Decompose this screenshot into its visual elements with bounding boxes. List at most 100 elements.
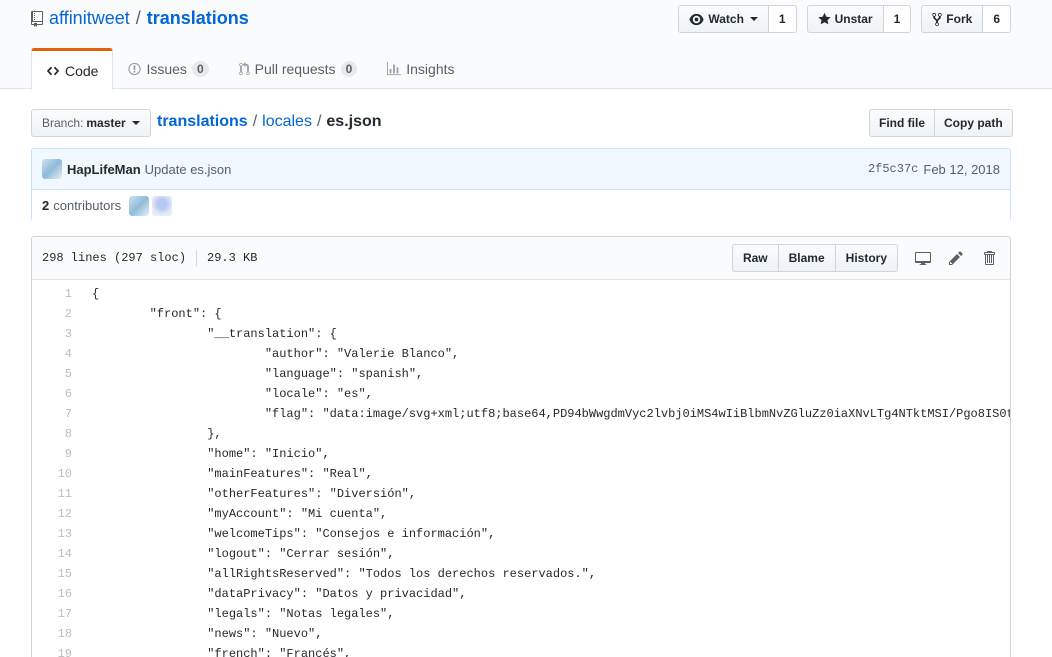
line-number[interactable]: 10 — [32, 464, 82, 484]
unstar-label: Unstar — [834, 12, 873, 26]
contributors-summary: 2 contributors — [32, 190, 1010, 221]
line-number[interactable]: 7 — [32, 404, 82, 424]
file-info-divider — [196, 250, 198, 266]
line-content: "front": { — [92, 307, 222, 321]
tab-pull-requests[interactable]: Pull requests 0 — [224, 48, 373, 89]
file-header: 298 lines (297 sloc) 29.3 KB Raw Blame H… — [32, 237, 1010, 280]
find-file-button[interactable]: Find file — [869, 109, 935, 137]
avatar[interactable] — [42, 159, 62, 179]
git-pull-request-icon — [238, 62, 250, 76]
line-content: "legals": "Notas legales", — [92, 607, 395, 621]
commit-meta: 2f5c37c Feb 12, 2018 — [868, 162, 1000, 177]
breadcrumb-current-file: es.json — [326, 113, 382, 130]
repo-owner-link[interactable]: affinitweet — [49, 8, 130, 29]
delete-file-button[interactable] — [978, 247, 1000, 269]
code-line: 8 }, — [32, 424, 1010, 444]
line-content: }, — [92, 427, 222, 441]
line-number[interactable]: 15 — [32, 564, 82, 584]
line-number[interactable]: 18 — [32, 624, 82, 644]
avatar[interactable] — [152, 195, 173, 216]
commit-message-link[interactable]: Update es.json — [145, 162, 232, 177]
copy-path-button[interactable]: Copy path — [935, 109, 1013, 137]
line-number[interactable]: 14 — [32, 544, 82, 564]
breadcrumb-root-link[interactable]: translations — [157, 113, 248, 131]
chevron-down-icon — [749, 17, 758, 21]
tab-code[interactable]: Code — [31, 48, 114, 90]
code-line: 19 "french": "Francés", — [32, 644, 1010, 657]
line-content: "myAccount": "Mi cuenta", — [92, 507, 388, 521]
tab-issues-label: Issues — [146, 61, 187, 77]
edit-file-button[interactable] — [945, 247, 967, 269]
line-number[interactable]: 4 — [32, 344, 82, 364]
code-line: 5 "language": "spanish", — [32, 364, 1010, 384]
commit-date: Feb 12, 2018 — [923, 161, 1000, 177]
line-number[interactable]: 12 — [32, 504, 82, 524]
line-number[interactable]: 3 — [32, 324, 82, 344]
code-line: 6 "locale": "es", — [32, 384, 1010, 404]
line-number[interactable]: 6 — [32, 384, 82, 404]
open-desktop-button[interactable] — [912, 247, 934, 269]
repo-name-link[interactable]: translations — [147, 8, 249, 29]
line-content: "language": "spanish", — [92, 367, 424, 381]
line-number[interactable]: 13 — [32, 524, 82, 544]
line-number[interactable]: 5 — [32, 364, 82, 384]
breadcrumb-dir-link[interactable]: locales — [262, 113, 312, 131]
line-content: "__translation": { — [92, 327, 337, 341]
contributors-count: 2 — [42, 198, 50, 213]
history-button[interactable]: History — [834, 244, 898, 272]
unstar-button[interactable]: Unstar — [806, 5, 884, 33]
code-line: 9 "home": "Inicio", — [32, 444, 1010, 464]
line-number[interactable]: 2 — [32, 304, 82, 324]
fork-button[interactable]: Fork — [921, 5, 984, 33]
code-line: 11 "otherFeatures": "Diversión", — [32, 484, 1010, 504]
repo-forked-icon — [932, 12, 942, 26]
file-viewer: 298 lines (297 sloc) 29.3 KB Raw Blame H… — [31, 236, 1011, 657]
line-number[interactable]: 9 — [32, 444, 82, 464]
line-number[interactable]: 11 — [32, 484, 82, 504]
commit-sha-link[interactable]: 2f5c37c — [868, 162, 918, 177]
watchers-count[interactable]: 1 — [768, 5, 797, 33]
code-line: 10 "mainFeatures": "Real", — [32, 464, 1010, 484]
breadcrumb-separator: / — [252, 113, 258, 130]
code-line: 15 "allRightsReserved": "Todos los derec… — [32, 564, 1010, 584]
breadcrumb-separator: / — [316, 113, 322, 130]
line-number[interactable]: 1 — [32, 284, 82, 304]
chevron-down-icon — [131, 121, 140, 125]
desktop-icon — [915, 252, 931, 265]
code-line: 14 "logout": "Cerrar sesión", — [32, 544, 1010, 564]
tab-pull-requests-label: Pull requests — [254, 61, 336, 77]
tab-issues[interactable]: Issues 0 — [113, 48, 223, 89]
line-number[interactable]: 19 — [32, 644, 82, 657]
stargazers-count[interactable]: 1 — [883, 5, 912, 33]
code-line: 7 "flag": "data:image/svg+xml;utf8;base6… — [32, 404, 1010, 424]
line-content: "flag": "data:image/svg+xml;utf8;base64,… — [92, 407, 1010, 421]
line-number[interactable]: 8 — [32, 424, 82, 444]
forks-count[interactable]: 6 — [983, 5, 1011, 33]
blame-button[interactable]: Blame — [777, 244, 836, 272]
line-content: "dataPrivacy": "Datos y privacidad", — [92, 587, 467, 601]
line-content: "allRightsReserved": "Todos los derechos… — [92, 567, 597, 581]
avatar[interactable] — [129, 195, 150, 216]
line-content: "author": "Valerie Blanco", — [92, 347, 460, 361]
raw-button[interactable]: Raw — [731, 244, 779, 272]
code-icon — [46, 66, 60, 75]
graph-icon — [387, 62, 402, 76]
line-number[interactable]: 16 — [32, 584, 82, 604]
fork-label: Fork — [946, 12, 973, 26]
branch-select-button[interactable]: Branch: master — [31, 109, 151, 137]
line-content: "home": "Inicio", — [92, 447, 330, 461]
commit-author-link[interactable]: HapLifeMan — [67, 162, 141, 177]
line-content: "logout": "Cerrar sesión", — [92, 547, 395, 561]
file-info: 298 lines (297 sloc) 29.3 KB — [42, 250, 257, 266]
code-line: 3 "__translation": { — [32, 324, 1010, 344]
line-content: { — [92, 287, 100, 301]
watch-button[interactable]: Watch — [678, 5, 769, 33]
fork-action: Fork 6 — [921, 5, 1011, 33]
commit-tease: HapLifeMan Update es.json 2f5c37c Feb 12… — [31, 148, 1011, 221]
line-number[interactable]: 17 — [32, 604, 82, 624]
latest-commit: HapLifeMan Update es.json 2f5c37c Feb 12… — [32, 149, 1010, 190]
star-action: Unstar 1 — [806, 5, 912, 33]
repo-icon — [31, 10, 43, 27]
tab-insights[interactable]: Insights — [372, 48, 469, 89]
watch-action: Watch 1 — [678, 5, 797, 33]
